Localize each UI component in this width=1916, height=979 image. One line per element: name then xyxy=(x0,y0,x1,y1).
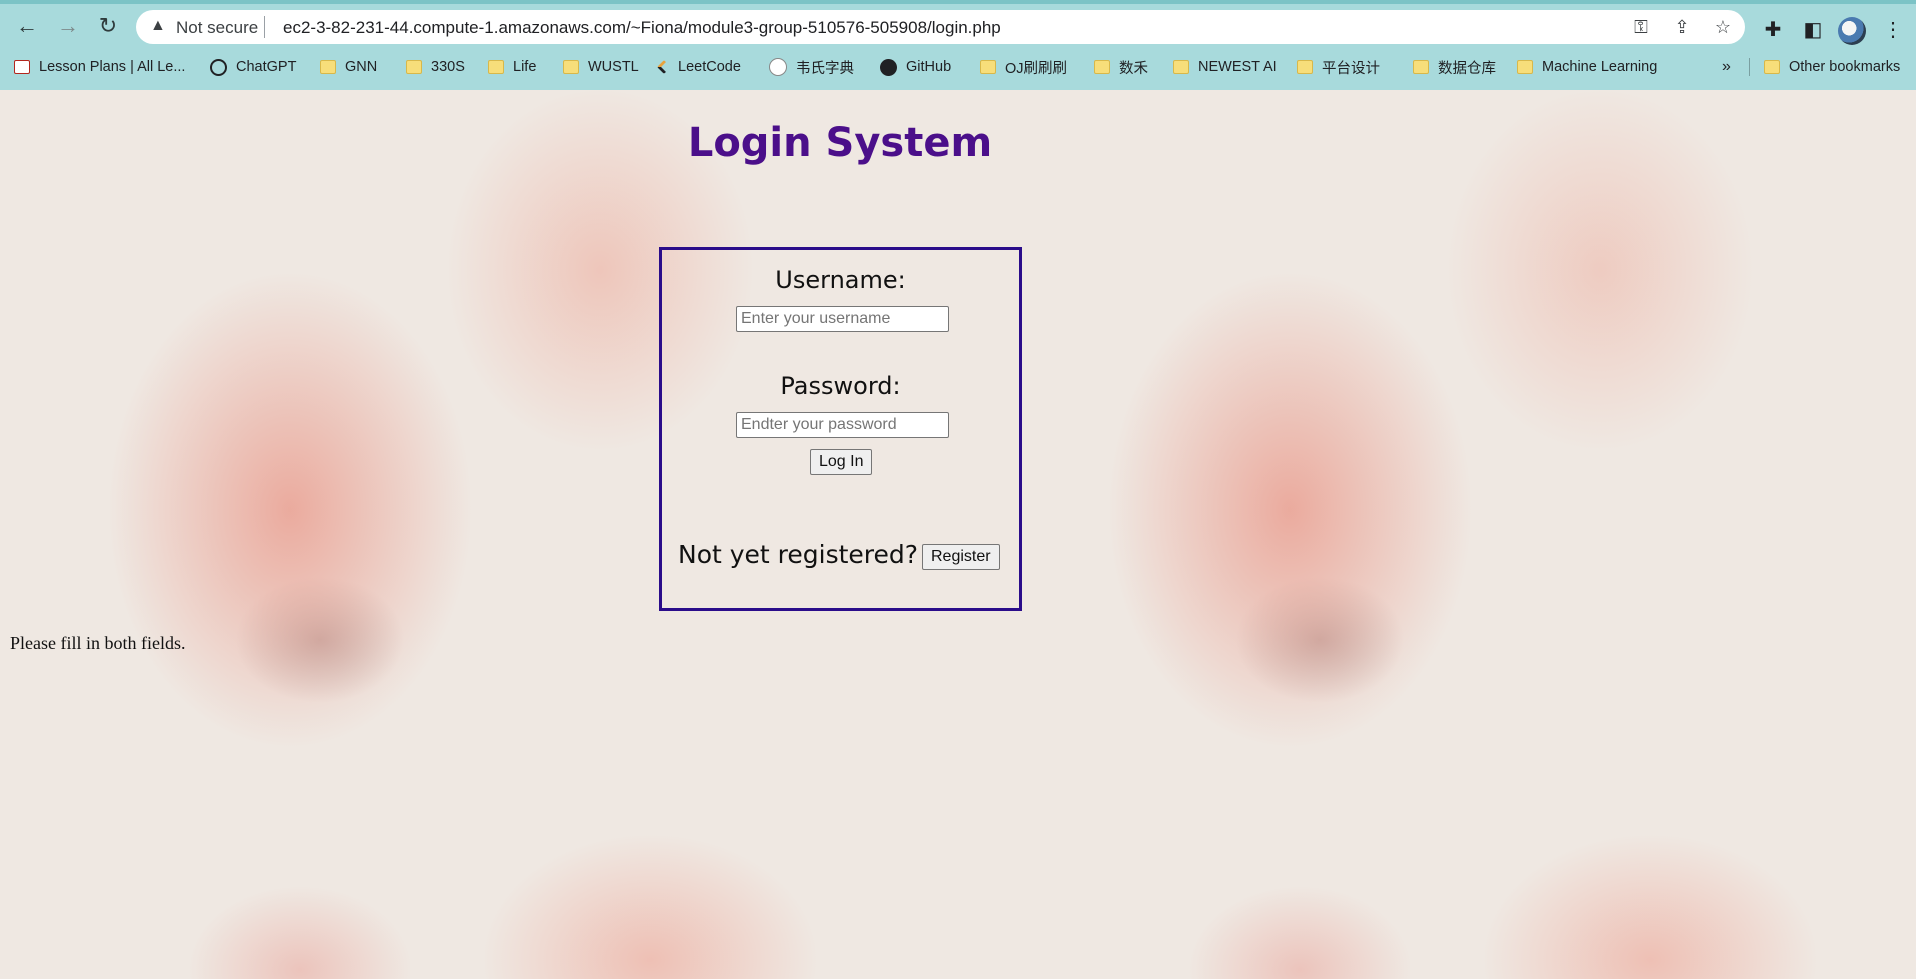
status-message: Please fill in both fields. xyxy=(10,633,186,653)
bookmark-life[interactable]: Life xyxy=(488,56,536,78)
leetcode-icon xyxy=(656,59,672,75)
divider xyxy=(1749,58,1750,76)
chatgpt-icon xyxy=(210,58,227,76)
bookmark-label: Machine Learning xyxy=(1542,59,1658,75)
bookmark-label: LeetCode xyxy=(678,59,741,75)
extensions-icon[interactable]: ✚ xyxy=(1760,16,1786,42)
folder-icon xyxy=(563,60,579,74)
folder-icon xyxy=(320,60,336,74)
password-label: Password: xyxy=(780,372,901,400)
bookmark-chatgpt[interactable]: ChatGPT xyxy=(210,56,296,78)
address-bar[interactable]: ▲ Not secure ec2-3-82-231-44.compute-1.a… xyxy=(136,10,1745,44)
share-icon[interactable]: ⇪ xyxy=(1671,16,1693,38)
bookmarks-bar: Lesson Plans | All Le... ChatGPT GNN 330… xyxy=(0,52,1916,80)
bookmark-label: GNN xyxy=(345,59,378,75)
other-bookmarks[interactable]: Other bookmarks xyxy=(1764,56,1900,78)
folder-icon xyxy=(406,60,422,74)
folder-icon xyxy=(1517,60,1533,74)
bookmark-label: Other bookmarks xyxy=(1789,59,1901,75)
folder-icon xyxy=(980,60,996,74)
tab-strip xyxy=(0,0,1916,4)
bookmark-label: WUSTL xyxy=(588,59,639,75)
bookmark-dictionary[interactable]: 韦氏字典 xyxy=(769,56,854,78)
folder-icon xyxy=(1413,60,1429,74)
bookmark-330s[interactable]: 330S xyxy=(406,56,465,78)
forward-icon[interactable]: → xyxy=(54,12,82,40)
menu-icon[interactable]: ⋮ xyxy=(1880,16,1906,42)
bookmark-github[interactable]: GitHub xyxy=(880,56,951,78)
back-icon[interactable]: ← xyxy=(13,12,41,40)
bookmark-data-warehouse[interactable]: 数据仓库 xyxy=(1413,56,1496,78)
bookmark-platform-design[interactable]: 平台设计 xyxy=(1297,56,1380,78)
bookmark-label: 韦氏字典 xyxy=(796,60,854,77)
bookmark-label: 330S xyxy=(431,59,465,75)
folder-icon xyxy=(488,60,504,74)
folder-icon xyxy=(1297,60,1313,74)
bookmark-machine-learning[interactable]: Machine Learning xyxy=(1517,56,1657,78)
browser-chrome: ← → ↻ ▲ Not secure ec2-3-82-231-44.compu… xyxy=(0,0,1916,90)
security-label[interactable]: Not secure xyxy=(176,18,258,38)
divider xyxy=(264,16,265,38)
bookmark-label: Life xyxy=(513,59,537,75)
bookmark-leetcode[interactable]: LeetCode xyxy=(656,56,741,78)
bookmark-shuhe[interactable]: 数禾 xyxy=(1094,56,1148,78)
star-icon[interactable]: ☆ xyxy=(1712,16,1734,38)
bookmarks-overflow-button[interactable]: » xyxy=(1722,56,1731,78)
warning-icon[interactable]: ▲ xyxy=(150,17,166,35)
reload-icon[interactable]: ↻ xyxy=(94,12,122,40)
folder-icon xyxy=(1094,60,1110,74)
login-button[interactable]: Log In xyxy=(810,449,873,475)
bookmark-label: Lesson Plans | All Le... xyxy=(39,59,186,75)
key-icon[interactable]: ⚿ xyxy=(1630,16,1652,38)
register-row: Not yet registered? xyxy=(678,540,918,569)
bookmark-label: 数禾 xyxy=(1119,60,1148,77)
bookmark-label: OJ刷刷刷 xyxy=(1005,60,1068,77)
login-form: Username: Password: Log In Not yet regis… xyxy=(659,247,1022,611)
bookmark-label: 平台设计 xyxy=(1322,60,1380,77)
dictionary-icon xyxy=(769,58,787,76)
avatar[interactable] xyxy=(1838,17,1866,45)
password-input[interactable] xyxy=(736,412,949,438)
github-icon xyxy=(880,58,897,76)
folder-icon xyxy=(1764,60,1780,74)
bookmark-wustl[interactable]: WUSTL xyxy=(563,56,639,78)
url-text[interactable]: ec2-3-82-231-44.compute-1.amazonaws.com/… xyxy=(283,18,1001,38)
bookmark-label: GitHub xyxy=(906,59,952,75)
bookmark-label: 数据仓库 xyxy=(1438,60,1496,77)
side-panel-icon[interactable]: ◧ xyxy=(1800,16,1826,42)
page-title: Login System xyxy=(687,120,993,166)
register-button[interactable]: Register xyxy=(922,544,1000,570)
bookmark-lesson-plans[interactable]: Lesson Plans | All Le... xyxy=(14,56,185,78)
browser-toolbar: ← → ↻ ▲ Not secure ec2-3-82-231-44.compu… xyxy=(0,6,1916,46)
bookmark-label: NEWEST AI xyxy=(1198,59,1277,75)
username-label: Username: xyxy=(775,266,906,294)
page-body: Login System Username: Password: Log In … xyxy=(0,90,1916,979)
bookmark-label: ChatGPT xyxy=(236,59,297,75)
register-prompt: Not yet registered? xyxy=(678,540,919,569)
bookmark-oj[interactable]: OJ刷刷刷 xyxy=(980,56,1067,78)
username-input[interactable] xyxy=(736,306,949,332)
bookmark-gnn[interactable]: GNN xyxy=(320,56,377,78)
bookmark-newest-ai[interactable]: NEWEST AI xyxy=(1173,56,1277,78)
folder-icon xyxy=(1173,60,1189,74)
doc-icon xyxy=(14,60,30,74)
